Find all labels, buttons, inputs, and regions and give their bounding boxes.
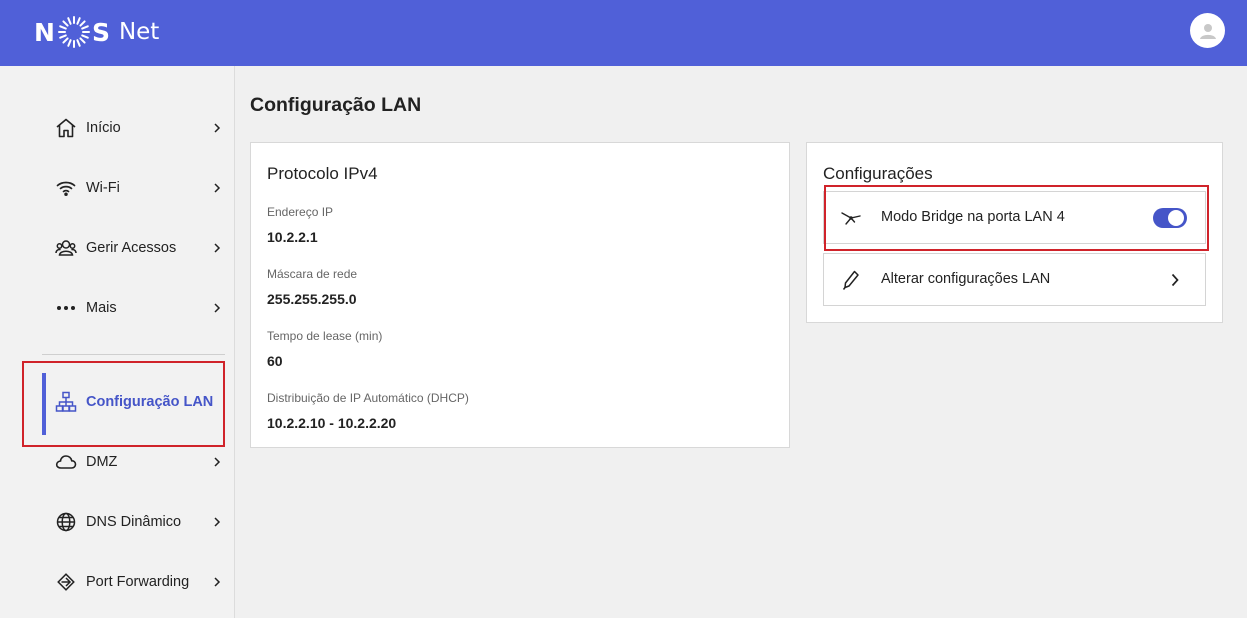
brand-suffix: Net [118, 19, 160, 45]
bridge-row-highlight [824, 185, 1209, 251]
chevron-right-icon [213, 121, 223, 135]
chevron-right-icon [213, 241, 223, 255]
sidebar-item-port-forwarding[interactable]: Port Forwarding [0, 562, 234, 602]
cloud-icon [55, 451, 77, 473]
change-lan-settings-label: Alterar configurações LAN [881, 271, 1051, 287]
ipv4-card-title: Protocolo IPv4 [267, 164, 378, 183]
lease-time-label: Tempo de lease (min) [267, 329, 383, 343]
ip-address-value: 10.2.2.1 [267, 229, 318, 245]
users-icon [55, 237, 77, 259]
user-avatar-icon[interactable] [1190, 13, 1225, 48]
sidebar-item-label: Configuração LAN [86, 394, 214, 410]
sidebar-divider [42, 354, 225, 355]
ipv4-card: Protocolo IPv4 Endereço IP 10.2.2.1 Másc… [250, 142, 790, 448]
home-icon [55, 117, 77, 139]
sidebar-item-configuracao-lan[interactable]: Configuração LAN [0, 382, 234, 422]
network-icon [55, 391, 77, 413]
sidebar: Início Wi-Fi Gerir Acessos Mais Configur… [0, 66, 235, 618]
sidebar-item-label: Mais [86, 300, 117, 316]
config-card: Configurações Modo Bridge na porta LAN 4… [806, 142, 1223, 323]
sidebar-item-dns-dinamico[interactable]: DNS Dinâmico [0, 502, 234, 542]
chevron-right-icon [213, 575, 223, 589]
subnet-mask-label: Máscara de rede [267, 267, 358, 281]
subnet-mask-value: 255.255.255.0 [267, 291, 357, 307]
chevron-right-icon [213, 515, 223, 529]
pen-icon [840, 269, 862, 291]
config-card-title: Configurações [823, 164, 933, 183]
ip-address-label: Endereço IP [267, 205, 334, 219]
lease-time-value: 60 [267, 353, 283, 369]
chevron-right-icon [213, 301, 223, 315]
sidebar-item-label: Gerir Acessos [86, 240, 177, 256]
page-title: Configuração LAN [250, 94, 422, 116]
sidebar-item-wifi[interactable]: Wi-Fi [0, 168, 234, 208]
sidebar-item-label: Port Forwarding [86, 574, 190, 590]
nos-net-logo[interactable]: N S Net [34, 12, 159, 52]
brand-wordmark: N S [34, 15, 111, 49]
sidebar-item-dmz[interactable]: DMZ [0, 442, 234, 482]
top-bar: N S Net [0, 0, 1247, 66]
sidebar-item-inicio[interactable]: Início [0, 108, 234, 148]
dhcp-range-value: 10.2.2.10 - 10.2.2.20 [267, 415, 397, 431]
port-forward-icon [55, 571, 77, 593]
wifi-icon [55, 177, 77, 199]
chevron-right-icon [213, 181, 223, 195]
sidebar-item-gerir-acessos[interactable]: Gerir Acessos [0, 228, 234, 268]
sidebar-item-mais[interactable]: Mais [0, 288, 234, 328]
sidebar-item-label: DMZ [86, 454, 118, 470]
sidebar-item-label: Wi-Fi [86, 180, 120, 196]
sun-logo-icon [57, 16, 90, 48]
globe-icon [55, 511, 77, 533]
dhcp-range-label: Distribuição de IP Automático (DHCP) [267, 391, 469, 405]
chevron-right-icon [1170, 272, 1180, 288]
chevron-right-icon [213, 455, 223, 469]
sidebar-item-label: DNS Dinâmico [86, 514, 182, 530]
sidebar-item-label: Início [86, 120, 121, 136]
more-icon [55, 297, 77, 319]
change-lan-settings-row[interactable]: Alterar configurações LAN [823, 253, 1206, 306]
